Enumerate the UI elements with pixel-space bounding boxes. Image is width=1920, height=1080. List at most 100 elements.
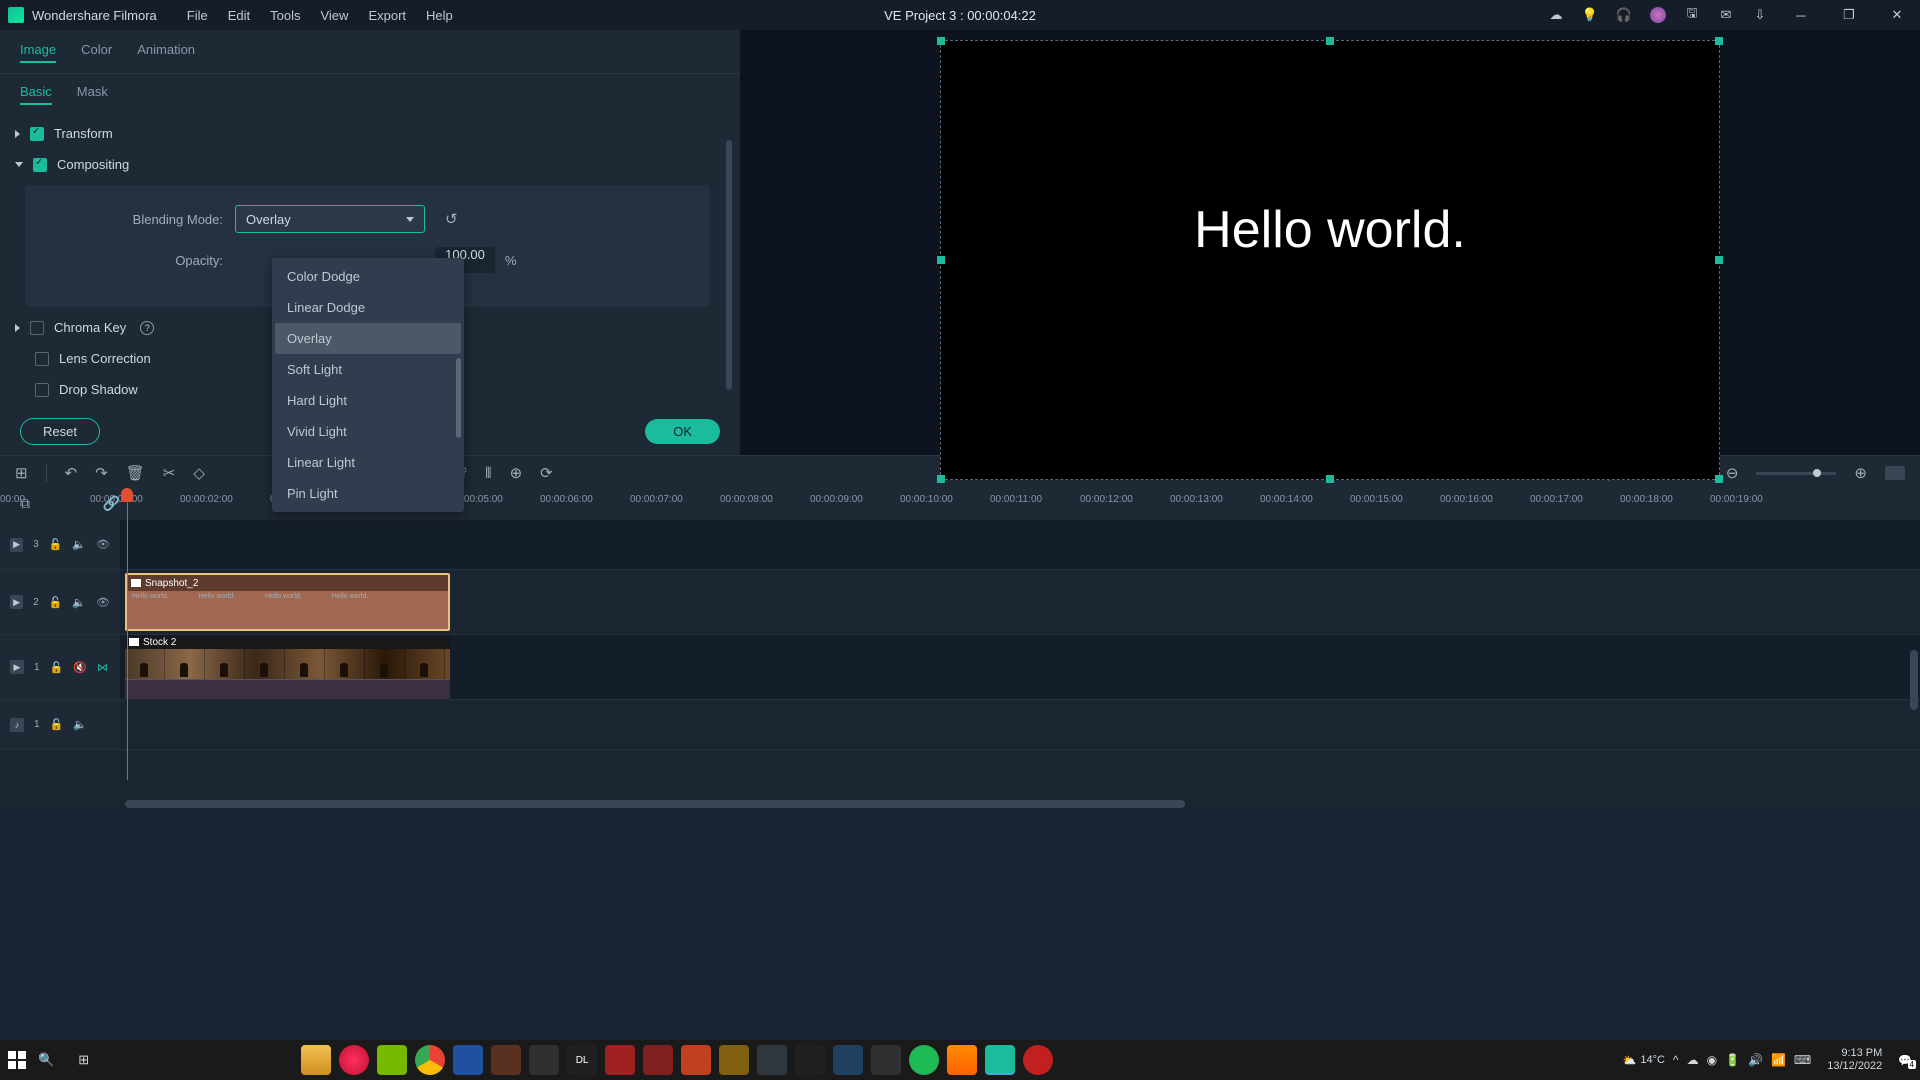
taskbar-app-spotify[interactable] [909, 1045, 939, 1075]
minimize-button[interactable]: ─ [1786, 5, 1816, 25]
resize-handle[interactable] [1326, 37, 1334, 45]
language-icon[interactable]: ⌨ [1794, 1053, 1811, 1067]
fx-icon[interactable]: ⋈ [97, 661, 108, 674]
resize-handle[interactable] [937, 256, 945, 264]
checkbox-transform[interactable] [30, 127, 44, 141]
clip-stock[interactable]: Stock 2 [125, 635, 450, 700]
reset-blend-icon[interactable]: ↺ [445, 210, 458, 228]
taskbar-app[interactable] [1023, 1045, 1053, 1075]
keyframe-icon[interactable]: ⟳ [540, 464, 553, 482]
taskbar-app[interactable] [605, 1045, 635, 1075]
taskbar-app-filmora[interactable] [985, 1045, 1015, 1075]
expand-icon[interactable] [15, 130, 20, 138]
dd-vivid-light[interactable]: Vivid Light [275, 416, 461, 447]
taskbar-app[interactable] [643, 1045, 673, 1075]
expand-icon[interactable] [15, 324, 20, 332]
taskbar-app-explorer[interactable] [301, 1045, 331, 1075]
taskbar-app[interactable] [871, 1045, 901, 1075]
taskbar-app[interactable] [529, 1045, 559, 1075]
prop-transform[interactable]: Transform [15, 118, 720, 149]
taskbar-app-nvidia[interactable] [377, 1045, 407, 1075]
notification-icon[interactable]: 💬 4 [1898, 1054, 1912, 1067]
lock-icon[interactable]: 🔓 [50, 661, 64, 674]
layout-icon[interactable]: ⊞ [15, 464, 28, 482]
menu-edit[interactable]: Edit [228, 8, 250, 23]
clip-snapshot[interactable]: Snapshot_2 Hello world. Hello world. Hel… [125, 573, 450, 631]
dd-linear-dodge[interactable]: Linear Dodge [275, 292, 461, 323]
prop-compositing[interactable]: Compositing [15, 149, 720, 180]
mic-icon[interactable]: ⇩ [1752, 7, 1768, 23]
taskbar-app-opera[interactable] [339, 1045, 369, 1075]
cut-icon[interactable]: ✂ [163, 464, 176, 482]
close-button[interactable]: ✕ [1882, 5, 1912, 25]
mute-icon[interactable]: 🔇 [73, 661, 87, 674]
dd-overlay[interactable]: Overlay [275, 323, 461, 354]
preview-area[interactable]: Hello world. [740, 30, 1920, 490]
track-3[interactable] [120, 520, 1920, 570]
checkbox-lens[interactable] [35, 352, 49, 366]
resize-handle[interactable] [1715, 475, 1723, 483]
collapse-icon[interactable] [15, 162, 23, 167]
reset-button[interactable]: Reset [20, 418, 100, 445]
dd-hard-light[interactable]: Hard Light [275, 385, 461, 416]
tab-color[interactable]: Color [81, 42, 112, 63]
checkbox-shadow[interactable] [35, 383, 49, 397]
speed-icon[interactable]: ⊕ [510, 464, 523, 482]
battery-icon[interactable]: 🔋 [1725, 1053, 1740, 1067]
maximize-button[interactable]: ❐ [1834, 5, 1864, 25]
eye-icon[interactable]: 👁 [96, 596, 110, 609]
delete-icon[interactable]: 🗑 [126, 464, 145, 482]
onedrive-icon[interactable]: ☁ [1687, 1053, 1699, 1067]
bulb-icon[interactable]: 💡 [1582, 7, 1598, 23]
resize-handle[interactable] [1326, 475, 1334, 483]
tab-animation[interactable]: Animation [137, 42, 195, 63]
resize-handle[interactable] [937, 37, 945, 45]
save-icon[interactable]: 🖫 [1684, 7, 1700, 23]
taskbar-app[interactable]: DL [567, 1045, 597, 1075]
track-2[interactable]: Snapshot_2 Hello world. Hello world. Hel… [120, 570, 1920, 635]
ok-button[interactable]: OK [645, 419, 720, 444]
taskbar-app[interactable] [681, 1045, 711, 1075]
taskbar-app-vlc[interactable] [947, 1045, 977, 1075]
lock-icon[interactable]: 🔓 [49, 538, 63, 551]
resize-handle[interactable] [937, 475, 945, 483]
eye-icon[interactable]: 👁 [96, 538, 110, 551]
lock-icon[interactable]: 🔓 [49, 596, 63, 609]
weather-widget[interactable]: ⛅ 14°C [1623, 1054, 1665, 1067]
taskbar-app[interactable] [795, 1045, 825, 1075]
start-button[interactable] [8, 1051, 26, 1069]
menu-export[interactable]: Export [368, 8, 406, 23]
checkbox-chroma[interactable] [30, 321, 44, 335]
dd-color-dodge[interactable]: Color Dodge [275, 261, 461, 292]
task-view-icon[interactable]: ⊞ [78, 1052, 89, 1068]
menu-view[interactable]: View [320, 8, 348, 23]
zoom-thumb[interactable] [1813, 469, 1821, 477]
timeline-h-scrollbar[interactable] [125, 800, 1185, 808]
resize-handle[interactable] [1715, 256, 1723, 264]
mute-icon[interactable]: 🔈 [72, 538, 86, 551]
mute-icon[interactable]: 🔈 [72, 596, 86, 609]
mail-icon[interactable]: ✉ [1718, 7, 1734, 23]
link-mode-icon[interactable]: 🔗 [103, 495, 120, 512]
volume-tray-icon[interactable]: 🔊 [1748, 1053, 1763, 1067]
preview-frame[interactable]: Hello world. [940, 40, 1720, 480]
chevron-up-icon[interactable]: ^ [1673, 1053, 1679, 1067]
avatar-icon[interactable] [1650, 7, 1666, 23]
cloud-icon[interactable]: ☁ [1548, 7, 1564, 23]
tracks-area[interactable]: Snapshot_2 Hello world. Hello world. Hel… [120, 520, 1920, 750]
headset-icon[interactable]: 🎧 [1616, 7, 1632, 23]
taskbar-app[interactable] [757, 1045, 787, 1075]
taskbar-app[interactable] [453, 1045, 483, 1075]
search-icon[interactable]: 🔍 [38, 1052, 54, 1068]
dd-soft-light[interactable]: Soft Light [275, 354, 461, 385]
dd-linear-light[interactable]: Linear Light [275, 447, 461, 478]
undo-icon[interactable]: ↶ [65, 464, 78, 482]
taskbar-app[interactable] [719, 1045, 749, 1075]
menu-help[interactable]: Help [426, 8, 453, 23]
timeline-v-scrollbar[interactable] [1910, 650, 1918, 710]
tab-image[interactable]: Image [20, 42, 56, 63]
clock[interactable]: 9:13 PM 13/12/2022 [1827, 1047, 1882, 1073]
taskbar-app[interactable] [491, 1045, 521, 1075]
resize-handle[interactable] [1715, 37, 1723, 45]
tab-basic[interactable]: Basic [20, 84, 52, 105]
